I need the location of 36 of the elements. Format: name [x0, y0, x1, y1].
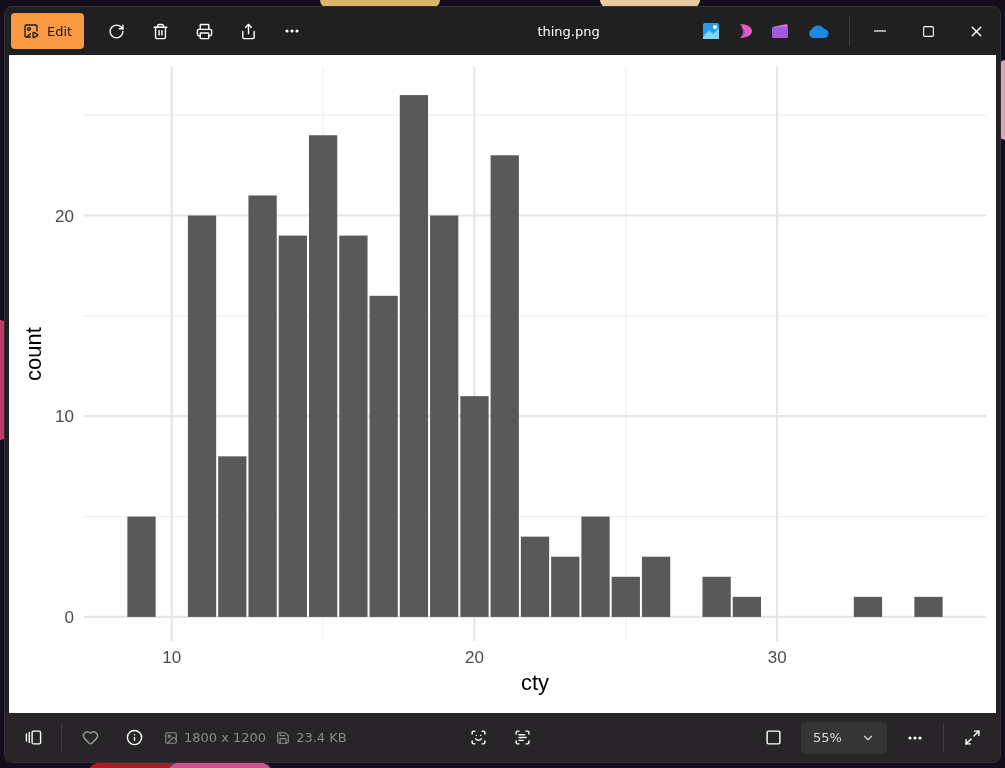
x-tick-label: 30 — [767, 648, 787, 667]
maximize-icon — [921, 24, 935, 38]
cloud-icon[interactable] — [807, 24, 829, 38]
image-dimensions: 1800 x 1200 — [184, 730, 267, 745]
y-tick-label: 20 — [55, 206, 74, 226]
fit-icon — [764, 729, 782, 746]
histogram-bar — [853, 596, 883, 617]
app-icon[interactable] — [737, 23, 753, 39]
rotate-icon — [107, 22, 125, 40]
trash-icon — [151, 22, 169, 40]
heart-icon — [81, 729, 99, 746]
y-tick-label: 0 — [64, 607, 74, 627]
info-icon — [125, 729, 143, 746]
photo-app-icon[interactable] — [703, 23, 719, 39]
printer-icon — [195, 22, 213, 40]
share-icon — [239, 22, 257, 40]
x-tick-label: 20 — [465, 648, 484, 667]
x-axis-title: cty — [520, 670, 550, 695]
y-axis-title: count — [21, 327, 46, 381]
video-app-icon[interactable] — [771, 23, 789, 39]
ellipsis-icon — [285, 29, 300, 33]
scan-text-icon — [514, 729, 532, 746]
zoom-dropdown[interactable]: 55% — [801, 721, 887, 754]
image-icon — [164, 730, 178, 745]
minimize-icon — [874, 30, 886, 32]
file-size: 23.4 KB — [296, 730, 347, 745]
y-tick-label: 10 — [55, 407, 74, 427]
scan-face-icon — [470, 729, 488, 746]
x-tick-label: 10 — [162, 648, 182, 667]
save-icon — [276, 730, 291, 745]
window-title: thing.png — [536, 23, 601, 39]
edit-button[interactable]: Edit — [11, 13, 85, 49]
histogram-bar — [914, 596, 943, 617]
filmstrip-icon — [24, 729, 42, 746]
ellipsis-icon — [908, 735, 922, 740]
expand-icon — [963, 729, 981, 746]
